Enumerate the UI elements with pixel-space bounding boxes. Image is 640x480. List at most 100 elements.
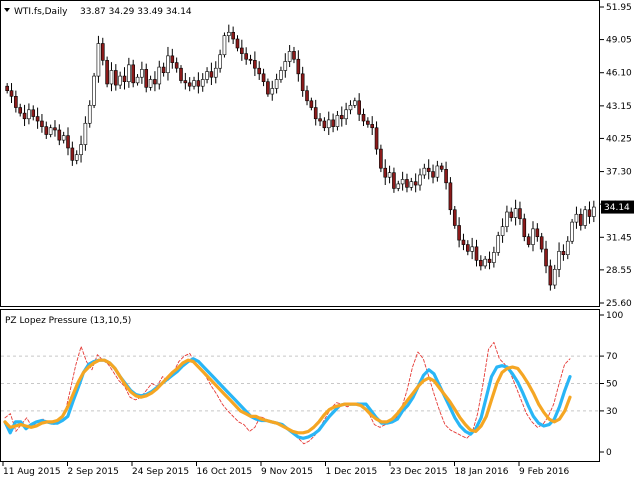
candle-body — [57, 129, 62, 141]
candle-body — [61, 135, 66, 141]
candle-body — [240, 47, 244, 54]
candle-body — [448, 182, 453, 211]
candle-body — [383, 167, 388, 178]
candle-body — [40, 120, 44, 127]
candle-body — [548, 265, 553, 286]
candle-body — [131, 64, 135, 84]
time-tick-label: 16 Oct 2015 — [197, 467, 253, 477]
candle-body — [127, 64, 131, 83]
price-tick-label: 49.05 — [606, 36, 632, 46]
price-tick-label: 46.10 — [606, 69, 632, 79]
candle-body — [14, 96, 18, 108]
candle-body — [114, 70, 118, 86]
candle-body — [292, 51, 296, 60]
indicator-axis[interactable]: 100 70 50 30 0 — [600, 311, 623, 458]
time-tick-label: 9 Feb 2016 — [519, 467, 570, 477]
candle-body — [135, 76, 140, 84]
time-tick-label: 1 Dec 2015 — [326, 467, 378, 477]
chart-canvas[interactable]: WTI.fs,Daily 33.87 34.29 33.49 34.14 PZ … — [0, 0, 640, 480]
ohlc-readout: 33.87 34.29 33.49 34.14 — [80, 7, 192, 17]
candle-body — [505, 211, 509, 227]
candle-body — [305, 90, 309, 102]
price-tick-label: 25.60 — [606, 299, 632, 309]
candle-body — [279, 70, 283, 80]
candle-body — [257, 67, 262, 75]
candle-body — [192, 80, 196, 87]
candle-body — [518, 208, 522, 220]
candle-body — [396, 183, 401, 189]
candle-body — [27, 109, 31, 120]
candle-body — [83, 122, 88, 145]
candle-body — [522, 218, 527, 238]
candle-body — [300, 73, 305, 91]
candle-body — [213, 67, 218, 78]
candle-body — [9, 90, 14, 97]
candle-body — [353, 100, 357, 106]
candle-body — [44, 126, 49, 135]
candle-body — [531, 228, 535, 245]
candle-body — [400, 179, 405, 185]
indicator-tick-label: 50 — [606, 380, 618, 390]
time-tick-label: 24 Sep 2015 — [132, 467, 189, 477]
price-tick-label: 51.95 — [606, 3, 632, 13]
price-axis[interactable]: 51.9549.0546.1043.1540.2537.3034.4031.45… — [600, 3, 632, 309]
time-tick-label: 18 Jan 2016 — [455, 467, 509, 477]
candle-body — [48, 127, 53, 135]
candle-body — [226, 31, 231, 36]
candle-body — [466, 244, 470, 252]
price-tick-label: 40.25 — [606, 134, 632, 144]
candle-body — [339, 115, 344, 120]
candle-body — [313, 107, 318, 120]
candle-body — [187, 82, 192, 87]
indicator-tick-label: 30 — [606, 407, 618, 417]
candle-body — [5, 85, 9, 91]
indicator-title: PZ Lopez Pressure (13,10,5) — [5, 316, 131, 326]
time-axis[interactable]: 11 Aug 2015 2 Sep 2015 24 Sep 2015 16 Oct 2… — [2, 462, 570, 477]
candle-body — [379, 148, 383, 169]
candle-body — [526, 236, 531, 245]
candle-body — [509, 211, 514, 218]
indicator-tick-label: 100 — [606, 311, 623, 321]
candle-body — [148, 79, 153, 88]
candle-body — [283, 61, 288, 71]
candle-body — [361, 113, 366, 122]
candle-body — [70, 147, 75, 161]
candle-body — [422, 167, 427, 176]
candle-body — [261, 73, 266, 83]
candle-body — [544, 248, 548, 267]
candle-body — [231, 31, 235, 40]
candle-body — [157, 66, 162, 85]
candle-body — [53, 127, 57, 131]
candle-body — [426, 167, 431, 172]
candle-body — [66, 135, 70, 149]
candle-body — [144, 69, 149, 88]
indicator-tick-label: 70 — [606, 352, 618, 362]
time-tick-label: 9 Nov 2015 — [261, 467, 313, 477]
price-panel[interactable] — [0, 0, 600, 307]
candle-body — [413, 181, 418, 186]
candle-body — [326, 119, 331, 129]
chart-window[interactable]: WTI.fs,Daily 33.87 34.29 33.49 34.14 PZ … — [0, 0, 640, 480]
current-price-badge: 34.14 — [601, 200, 634, 214]
candle-body — [335, 115, 340, 127]
candle-body — [439, 165, 444, 170]
candle-body — [309, 100, 314, 108]
candle-body — [209, 71, 214, 78]
candle-body — [22, 112, 27, 120]
candle-body — [344, 109, 348, 120]
candle-body — [74, 154, 79, 161]
candle-body — [435, 165, 440, 178]
candle-body — [92, 75, 96, 106]
candle-body — [161, 66, 166, 74]
candle-body — [409, 181, 414, 188]
candle-body — [287, 51, 292, 62]
candle-body — [452, 209, 457, 226]
time-tick-label: 11 Aug 2015 — [3, 467, 61, 477]
indicator-tick-label: 0 — [606, 448, 612, 458]
candle-body — [500, 226, 505, 236]
candle-body — [222, 35, 227, 56]
candle-body — [318, 118, 322, 122]
candle-body — [587, 209, 592, 217]
candle-body — [248, 58, 253, 61]
candle-body — [513, 208, 518, 218]
